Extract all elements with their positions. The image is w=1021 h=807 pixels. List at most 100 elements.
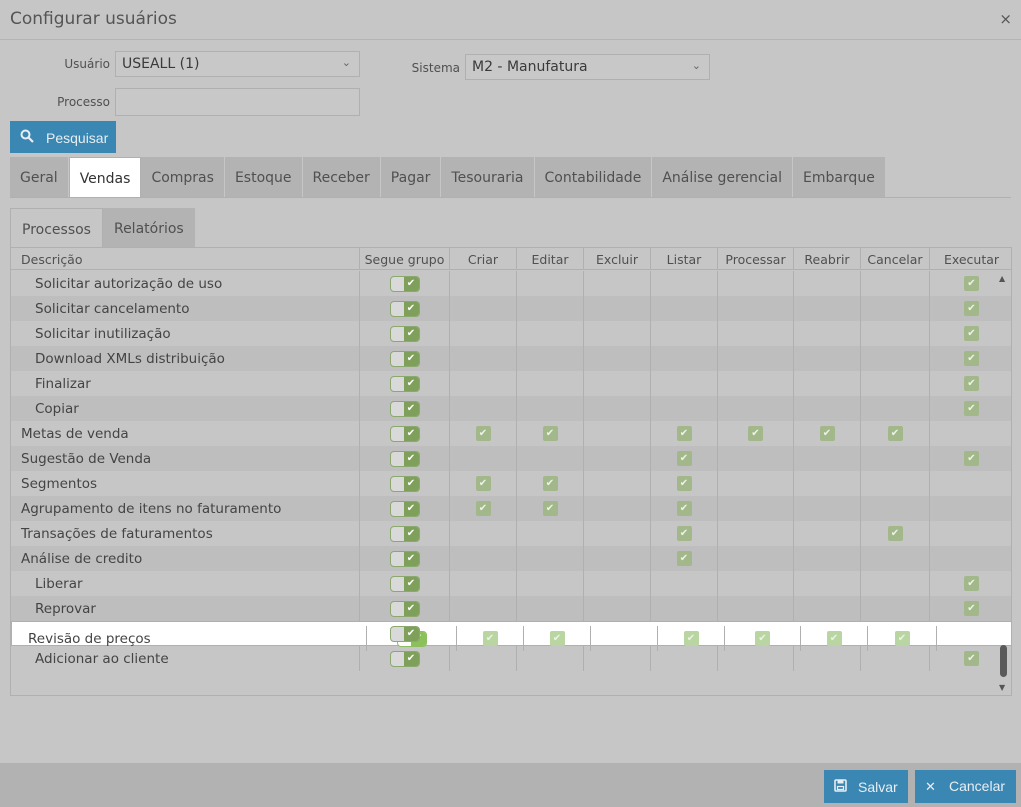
- permission-cell[interactable]: ✔: [450, 496, 517, 521]
- checkbox-checked-icon[interactable]: ✔: [819, 426, 835, 441]
- permission-cell[interactable]: ✔: [801, 626, 868, 651]
- sistema-select[interactable]: M2 - Manufatura ⌄: [465, 54, 710, 80]
- permission-cell[interactable]: [450, 346, 517, 371]
- permission-cell[interactable]: [450, 446, 517, 471]
- permission-cell[interactable]: ✔: [651, 521, 718, 546]
- permission-cell[interactable]: [718, 296, 794, 321]
- cancel-button[interactable]: ✕ Cancelar: [915, 770, 1016, 803]
- tab-geral[interactable]: Geral: [10, 157, 69, 197]
- segue-grupo-toggle[interactable]: ✔: [389, 450, 420, 467]
- checkbox-checked-icon[interactable]: ✔: [964, 651, 979, 666]
- permission-cell[interactable]: [794, 446, 861, 471]
- permission-cell[interactable]: [584, 571, 651, 596]
- permission-cell[interactable]: [718, 271, 794, 296]
- permission-cell[interactable]: [718, 346, 794, 371]
- permission-cell[interactable]: [584, 471, 651, 496]
- table-row[interactable]: Liberar ✔ ✔: [11, 571, 1011, 596]
- permission-cell[interactable]: [718, 446, 794, 471]
- permission-cell[interactable]: ✔: [718, 421, 794, 446]
- permission-cell[interactable]: [651, 371, 718, 396]
- permission-cell[interactable]: ✔: [651, 446, 718, 471]
- permission-cell[interactable]: [651, 271, 718, 296]
- table-row[interactable]: Sugestão de Venda ✔ ✔ ✔: [11, 446, 1011, 471]
- permission-cell[interactable]: [718, 396, 794, 421]
- permission-cell[interactable]: [651, 396, 718, 421]
- permission-cell[interactable]: [517, 321, 584, 346]
- permission-cell[interactable]: ✔: [725, 626, 801, 651]
- permission-cell[interactable]: [517, 346, 584, 371]
- permission-cell[interactable]: [861, 471, 930, 496]
- checkbox-checked-icon[interactable]: ✔: [676, 501, 692, 516]
- close-icon[interactable]: ×: [999, 10, 1012, 28]
- permission-cell[interactable]: ✔: [450, 421, 517, 446]
- checkbox-checked-icon[interactable]: ✔: [475, 476, 491, 491]
- checkbox-checked-icon[interactable]: ✔: [676, 476, 692, 491]
- subtab-processos[interactable]: Processos: [10, 208, 103, 248]
- permission-cell[interactable]: ✔: [524, 626, 591, 651]
- checkbox-checked-icon[interactable]: ✔: [683, 631, 699, 646]
- scroll-thumb[interactable]: [1000, 645, 1007, 677]
- table-row[interactable]: Solicitar inutilização ✔ ✔: [11, 321, 1011, 346]
- permission-cell[interactable]: [861, 396, 930, 421]
- permission-cell[interactable]: [651, 346, 718, 371]
- permission-cell[interactable]: [517, 446, 584, 471]
- subtab-relatórios[interactable]: Relatórios: [102, 208, 195, 248]
- checkbox-checked-icon[interactable]: ✔: [964, 301, 979, 316]
- permission-cell[interactable]: [450, 521, 517, 546]
- tab-compras[interactable]: Compras: [141, 157, 225, 197]
- segue-grupo-toggle[interactable]: ✔: [389, 425, 420, 442]
- permission-cell[interactable]: [584, 446, 651, 471]
- table-row[interactable]: Copiar ✔ ✔: [11, 396, 1011, 421]
- permission-cell[interactable]: [450, 296, 517, 321]
- checkbox-checked-icon[interactable]: ✔: [964, 601, 979, 616]
- checkbox-checked-icon[interactable]: ✔: [676, 551, 692, 566]
- segue-grupo-toggle[interactable]: ✔: [389, 575, 420, 592]
- checkbox-checked-icon[interactable]: ✔: [894, 631, 910, 646]
- checkbox-checked-icon[interactable]: ✔: [964, 376, 979, 391]
- checkbox-checked-icon[interactable]: ✔: [676, 426, 692, 441]
- permission-cell[interactable]: [517, 371, 584, 396]
- checkbox-checked-icon[interactable]: ✔: [964, 351, 979, 366]
- permission-cell[interactable]: [861, 496, 930, 521]
- permission-cell[interactable]: [517, 571, 584, 596]
- permission-cell[interactable]: ✔: [651, 421, 718, 446]
- permission-cell[interactable]: [517, 296, 584, 321]
- permission-cell[interactable]: [718, 571, 794, 596]
- permission-cell[interactable]: [651, 596, 718, 621]
- permission-cell[interactable]: [794, 396, 861, 421]
- checkbox-checked-icon[interactable]: ✔: [542, 501, 558, 516]
- permission-cell[interactable]: [450, 371, 517, 396]
- permission-cell[interactable]: [718, 521, 794, 546]
- permission-cell[interactable]: [584, 271, 651, 296]
- permission-cell[interactable]: [861, 296, 930, 321]
- permission-cell[interactable]: [584, 521, 651, 546]
- usuario-select[interactable]: USEALL (1) ⌄: [115, 51, 360, 77]
- scroll-down-icon[interactable]: ▼: [999, 683, 1005, 692]
- tab-pagar[interactable]: Pagar: [380, 157, 442, 197]
- permission-cell[interactable]: [651, 571, 718, 596]
- segue-grupo-toggle[interactable]: ✔: [389, 400, 420, 417]
- tab-análise-gerencial[interactable]: Análise gerencial: [652, 157, 793, 197]
- permission-cell[interactable]: [794, 371, 861, 396]
- table-row[interactable]: Finalizar ✔ ✔: [11, 371, 1011, 396]
- permission-cell[interactable]: ✔: [658, 626, 725, 651]
- permission-cell[interactable]: [718, 371, 794, 396]
- permission-cell[interactable]: [718, 546, 794, 571]
- table-row[interactable]: Solicitar autorização de uso ✔ ✔: [11, 271, 1011, 296]
- permission-cell[interactable]: [794, 596, 861, 621]
- permission-cell[interactable]: [861, 371, 930, 396]
- processo-input[interactable]: [115, 88, 360, 116]
- checkbox-checked-icon[interactable]: ✔: [964, 276, 979, 291]
- permission-cell[interactable]: [651, 296, 718, 321]
- permission-cell[interactable]: ✔: [517, 496, 584, 521]
- permission-cell[interactable]: [450, 571, 517, 596]
- table-row[interactable]: Análise de credito ✔ ✔: [11, 546, 1011, 571]
- segue-grupo-toggle[interactable]: ✔: [389, 550, 420, 567]
- permission-cell[interactable]: [794, 296, 861, 321]
- permission-cell[interactable]: ✔: [651, 471, 718, 496]
- table-row[interactable]: Download XMLs distribuição ✔ ✔: [11, 346, 1011, 371]
- table-row[interactable]: Metas de venda ✔ ✔ ✔ ✔ ✔ ✔ ✔: [11, 421, 1011, 446]
- tab-receber[interactable]: Receber: [302, 157, 381, 197]
- checkbox-checked-icon[interactable]: ✔: [887, 526, 903, 541]
- segue-grupo-toggle[interactable]: ✔: [389, 300, 420, 317]
